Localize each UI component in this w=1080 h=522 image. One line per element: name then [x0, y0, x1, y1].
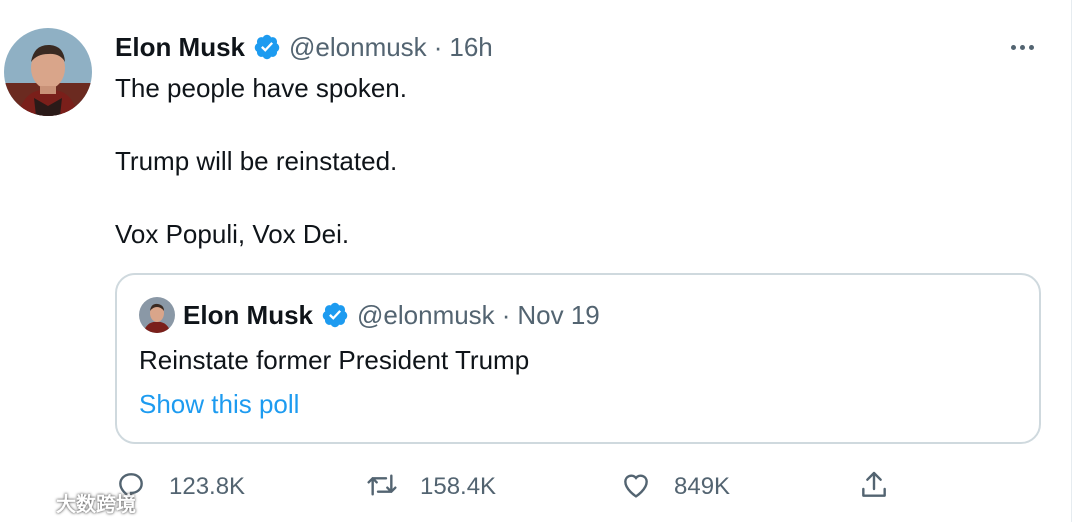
show-poll-link[interactable]: Show this poll — [139, 389, 299, 420]
author-name[interactable]: Elon Musk — [115, 32, 245, 63]
verified-badge-icon — [321, 301, 349, 329]
reply-count: 123.8K — [169, 473, 246, 500]
author-avatar[interactable] — [4, 28, 92, 116]
more-options-icon[interactable] — [1004, 36, 1040, 58]
tweet-card[interactable]: Elon Musk @elonmusk · 16h The people hav… — [0, 0, 1072, 522]
tweet-text-line: Trump will be reinstated. — [115, 146, 398, 176]
retweet-count: 158.4K — [420, 473, 497, 500]
watermark-icon — [11, 492, 50, 512]
verified-badge-icon — [253, 33, 281, 61]
share-icon — [858, 469, 890, 506]
quoted-author-name: Elon Musk — [183, 299, 314, 330]
tweet-header: Elon Musk @elonmusk · 16h — [115, 30, 493, 64]
retweet-icon — [366, 469, 398, 506]
quoted-tweet-text: Reinstate former President Trump — [139, 345, 530, 375]
tweet-text-line: The people have spoken. — [115, 73, 407, 103]
quoted-tweet-date: Nov 19 — [517, 299, 600, 330]
like-count: 849K — [674, 473, 731, 500]
tweet-timestamp[interactable]: 16h — [449, 32, 492, 63]
like-icon — [620, 469, 652, 506]
share-button[interactable] — [858, 467, 890, 507]
quoted-tweet-header: Elon Musk @elonmusk · Nov 19 — [183, 299, 600, 331]
separator-dot: · — [433, 31, 443, 62]
tweet-actions-bar: 123.8K 158.4K 849K — [0, 467, 1072, 507]
watermark-text: 大数跨境 — [56, 494, 136, 516]
like-button[interactable]: 849K — [620, 467, 730, 507]
watermark-logo: 大数跨境 — [8, 488, 136, 517]
quoted-author-handle: @elonmusk — [357, 299, 495, 330]
retweet-button[interactable]: 158.4K — [366, 467, 496, 507]
separator-dot: · — [501, 299, 511, 330]
tweet-text-line: Vox Populi, Vox Dei. — [115, 219, 350, 249]
quoted-author-avatar — [139, 297, 175, 333]
author-handle[interactable]: @elonmusk — [289, 32, 427, 63]
quoted-tweet[interactable]: Elon Musk @elonmusk · Nov 19 Reinstate f… — [115, 273, 1041, 444]
